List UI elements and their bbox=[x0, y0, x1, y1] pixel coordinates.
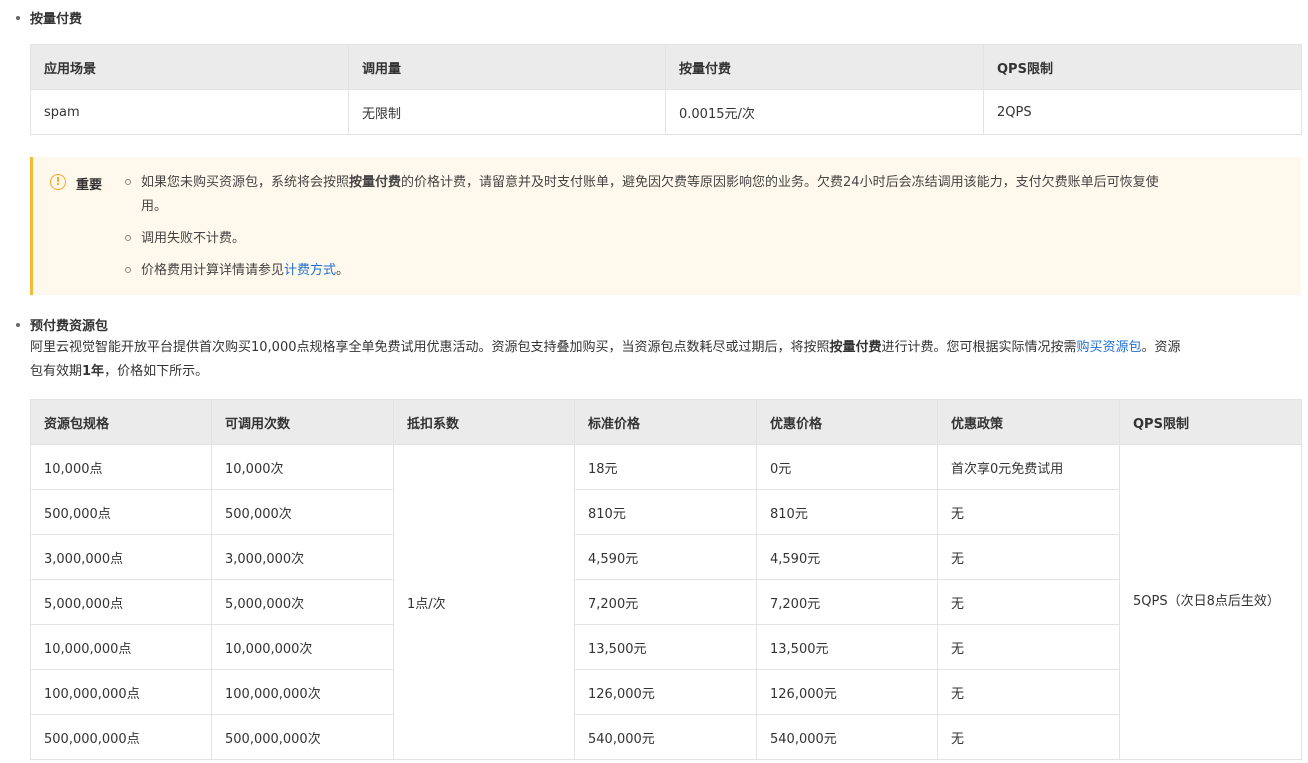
notice-item: 价格费用计算详情请参见计费方式。 bbox=[125, 259, 1275, 283]
table-cell: 无 bbox=[937, 714, 1120, 760]
table-cell: 无 bbox=[937, 579, 1120, 625]
notice-text: 。 bbox=[336, 263, 350, 278]
notice-text-wrap: 用。 bbox=[141, 199, 168, 214]
notice-item: 调用失败不计费。 bbox=[125, 227, 1275, 251]
notice-item: 如果您未购买资源包，系统将会按照按量付费的价格计费，请留意并及时支付账单，避免因… bbox=[125, 171, 1275, 219]
section-title: 预付费资源包 bbox=[30, 319, 109, 334]
table-row: spam 无限制 0.0015元/次 2QPS bbox=[30, 89, 1302, 135]
header-cell: 应用场景 bbox=[30, 44, 349, 90]
desc-text: ，价格如下所示。 bbox=[104, 364, 209, 379]
table-cell: 500,000,000点 bbox=[30, 714, 212, 760]
table-cell: 3,000,000次 bbox=[211, 534, 394, 580]
table-header-row: 资源包规格 可调用次数 抵扣系数 标准价格 优惠价格 优惠政策 QPS限制 bbox=[30, 399, 1302, 445]
circle-bullet-icon bbox=[125, 234, 131, 241]
table-cell: spam bbox=[30, 89, 349, 135]
table-cell: 无 bbox=[937, 489, 1120, 535]
table-row: 3,000,000点 3,000,000次 4,590元 4,590元 无 bbox=[30, 534, 1302, 580]
table-cell: 4,590元 bbox=[574, 534, 757, 580]
notice-text: 调用失败不计费。 bbox=[141, 231, 246, 246]
buy-package-link[interactable]: 购买资源包 bbox=[1077, 340, 1142, 355]
prepaid-package-table: 资源包规格 可调用次数 抵扣系数 标准价格 优惠价格 优惠政策 QPS限制 10… bbox=[30, 399, 1302, 760]
header-cell: 按量付费 bbox=[665, 44, 984, 90]
header-cell: 优惠价格 bbox=[756, 399, 938, 445]
notice-text: 如果您未购买资源包，系统将会按照 bbox=[141, 175, 350, 190]
header-cell: QPS限制 bbox=[1119, 399, 1302, 445]
section-prepaid-heading: 预付费资源包 bbox=[16, 315, 108, 334]
table-cell: 无 bbox=[937, 669, 1120, 715]
header-cell: 可调用次数 bbox=[211, 399, 394, 445]
table-cell: 7,200元 bbox=[574, 579, 757, 625]
table-cell: 0元 bbox=[756, 444, 938, 490]
table-cell: 100,000,000次 bbox=[211, 669, 394, 715]
table-cell: 810元 bbox=[756, 489, 938, 535]
prepaid-description: 阿里云视觉智能开放平台提供首次购买10,000点规格享全单免费试用优惠活动。资源… bbox=[30, 336, 1305, 384]
desc-bold-text: 按量付费 bbox=[829, 340, 882, 355]
header-cell: 标准价格 bbox=[574, 399, 757, 445]
table-cell: 无 bbox=[937, 624, 1120, 670]
desc-bold-text: 1年 bbox=[82, 364, 105, 379]
table-cell: 500,000,000次 bbox=[211, 714, 394, 760]
table-cell: 100,000,000点 bbox=[30, 669, 212, 715]
table-cell: 126,000元 bbox=[574, 669, 757, 715]
important-notice: ! 重要 如果您未购买资源包，系统将会按照按量付费的价格计费，请留意并及时支付账… bbox=[30, 157, 1301, 295]
bullet-dot bbox=[16, 322, 20, 327]
desc-text: 包有效期 bbox=[30, 364, 83, 379]
desc-text: 。资源 bbox=[1141, 340, 1181, 355]
table-cell: 7,200元 bbox=[756, 579, 938, 625]
pay-as-you-go-table: 应用场景 调用量 按量付费 QPS限制 spam 无限制 0.0015元/次 2… bbox=[30, 44, 1302, 135]
table-cell: 540,000元 bbox=[756, 714, 938, 760]
notice-text: 的价格计费，请留意并及时支付账单，避免因欠费等原因影响您的业务。欠费24小时后会… bbox=[401, 175, 1159, 190]
notice-text: 价格费用计算详情请参见 bbox=[141, 263, 285, 278]
desc-text: 阿里云视觉智能开放平台提供首次购买10,000点规格享全单免费试用优惠活动。资源… bbox=[30, 340, 830, 355]
table-cell: 500,000次 bbox=[211, 489, 394, 535]
table-cell: 0.0015元/次 bbox=[665, 89, 984, 135]
header-cell: 资源包规格 bbox=[30, 399, 212, 445]
billing-method-link[interactable]: 计费方式 bbox=[284, 263, 336, 278]
desc-text: 进行计费。您可根据实际情况按需 bbox=[881, 340, 1077, 355]
table-cell: 无限制 bbox=[348, 89, 666, 135]
table-cell: 13,500元 bbox=[574, 624, 757, 670]
header-cell: 抵扣系数 bbox=[393, 399, 575, 445]
qps-cell: 5QPS（次日8点后生效） bbox=[1119, 444, 1302, 760]
header-cell: QPS限制 bbox=[983, 44, 1302, 90]
section-title: 按量付费 bbox=[30, 12, 83, 27]
notice-label: 重要 bbox=[76, 178, 103, 193]
table-row: 500,000点 500,000次 810元 810元 无 bbox=[30, 489, 1302, 535]
table-cell: 18元 bbox=[574, 444, 757, 490]
table-header-row: 应用场景 调用量 按量付费 QPS限制 bbox=[30, 44, 1302, 90]
header-cell: 优惠政策 bbox=[937, 399, 1120, 445]
table-cell: 13,500元 bbox=[756, 624, 938, 670]
notice-bold-text: 按量付费 bbox=[349, 175, 402, 190]
table-cell: 540,000元 bbox=[574, 714, 757, 760]
table-cell: 5,000,000点 bbox=[30, 579, 212, 625]
table-cell: 10,000,000次 bbox=[211, 624, 394, 670]
table-cell: 810元 bbox=[574, 489, 757, 535]
table-row: 500,000,000点 500,000,000次 540,000元 540,0… bbox=[30, 714, 1302, 760]
bullet-dot bbox=[16, 15, 20, 20]
deduction-cell: 1点/次 bbox=[393, 444, 575, 760]
table-row: 100,000,000点 100,000,000次 126,000元 126,0… bbox=[30, 669, 1302, 715]
table-row: 5,000,000点 5,000,000次 7,200元 7,200元 无 bbox=[30, 579, 1302, 625]
table-row: 10,000点 10,000次 1点/次 18元 0元 首次享0元免费试用 5Q… bbox=[30, 444, 1302, 760]
table-cell: 4,590元 bbox=[756, 534, 938, 580]
circle-bullet-icon bbox=[125, 266, 131, 273]
table-cell: 3,000,000点 bbox=[30, 534, 212, 580]
table-body: 10,000点 10,000次 1点/次 18元 0元 首次享0元免费试用 5Q… bbox=[30, 444, 1302, 760]
header-cell: 调用量 bbox=[348, 44, 666, 90]
table-cell: 5,000,000次 bbox=[211, 579, 394, 625]
table-cell: 500,000点 bbox=[30, 489, 212, 535]
table-cell: 10,000点 bbox=[30, 444, 212, 490]
section-pay-as-you-go-heading: 按量付费 bbox=[16, 8, 82, 27]
circle-bullet-icon bbox=[125, 178, 131, 185]
table-cell: 首次享0元免费试用 bbox=[937, 444, 1120, 490]
table-row: 10,000,000点 10,000,000次 13,500元 13,500元 … bbox=[30, 624, 1302, 670]
table-cell: 10,000次 bbox=[211, 444, 394, 490]
warning-icon: ! bbox=[50, 174, 66, 190]
table-cell: 10,000,000点 bbox=[30, 624, 212, 670]
table-cell: 2QPS bbox=[983, 89, 1302, 135]
table-cell: 126,000元 bbox=[756, 669, 938, 715]
table-cell: 无 bbox=[937, 534, 1120, 580]
